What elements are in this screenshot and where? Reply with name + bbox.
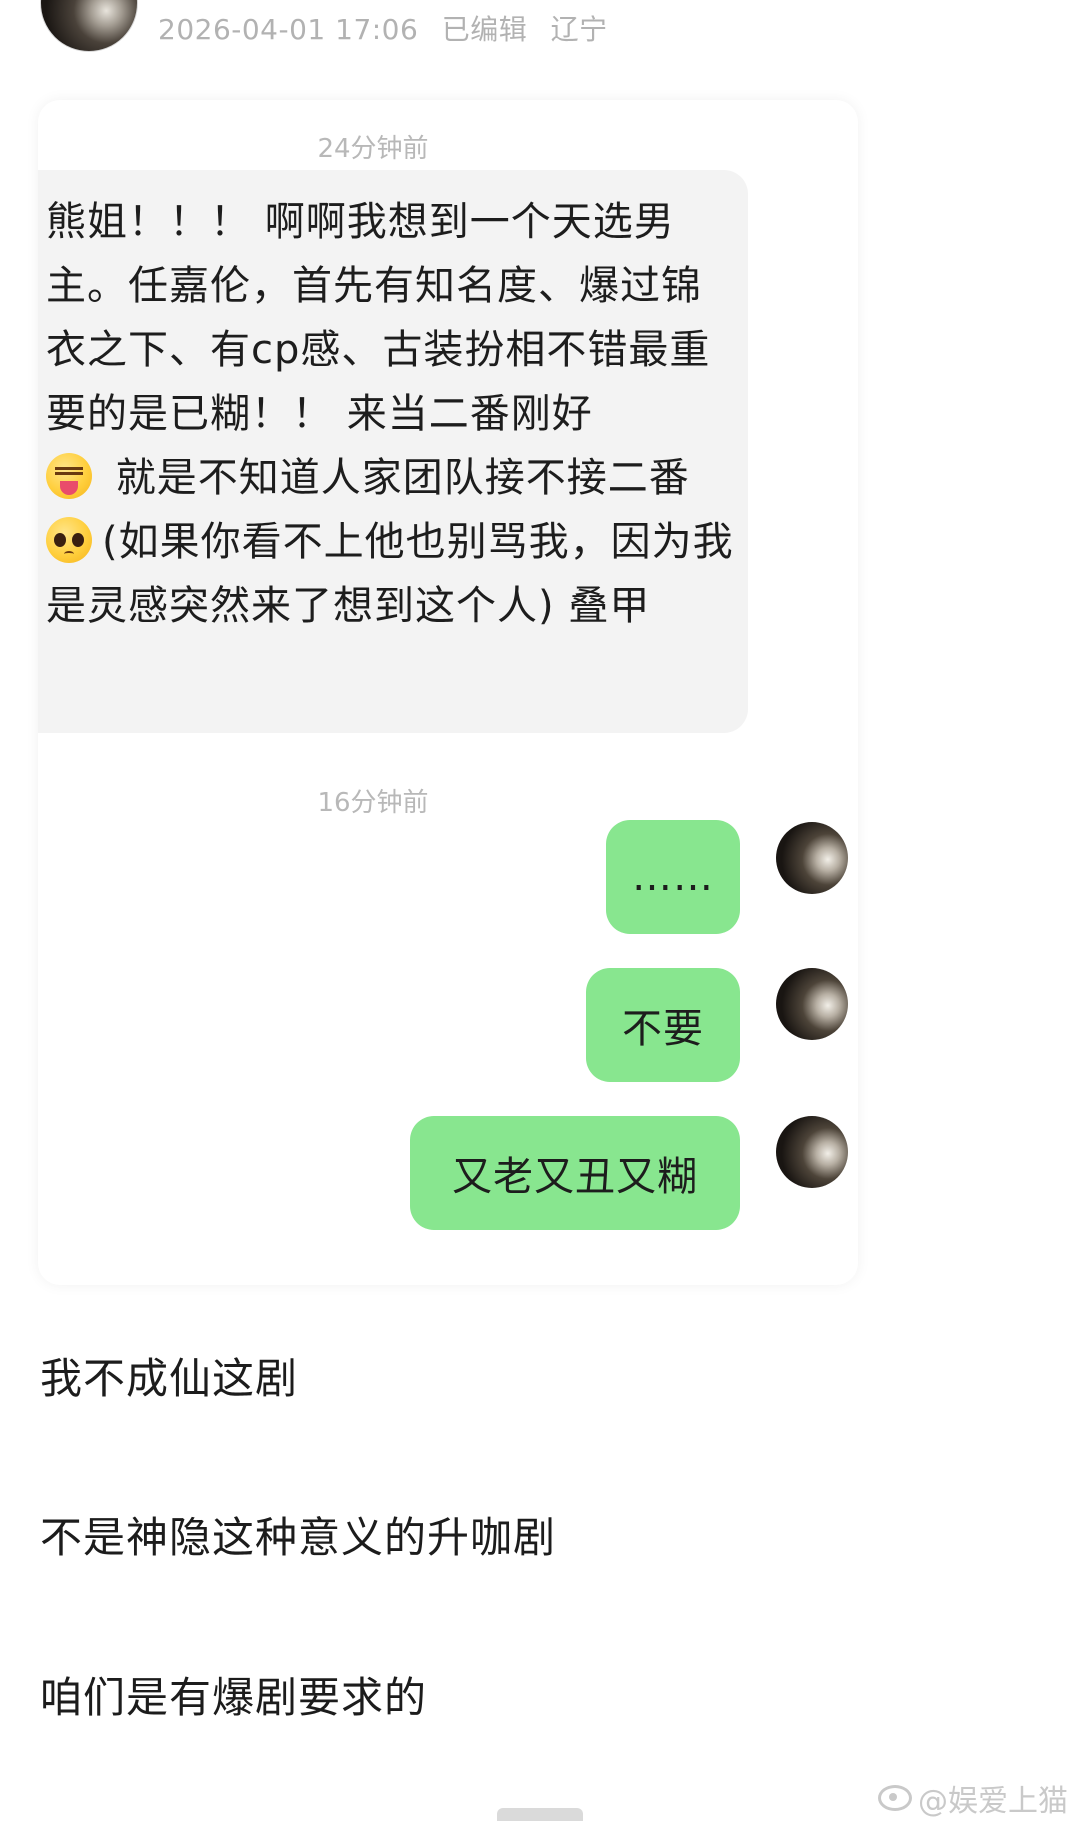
post-paragraph: 咱们是有爆剧要求的 <box>40 1673 428 1722</box>
incoming-message-part-1: 熊姐！！！ 啊啊我想到一个天选男主。任嘉伦，首先有知名度、爆过锦衣之下、有cp感… <box>46 199 711 437</box>
outgoing-message-bubble: …… <box>606 820 740 934</box>
outgoing-message-bubble: 又老又丑又糊 <box>410 1116 740 1230</box>
watermark-text: @娱爱上猫 <box>918 1784 1068 1819</box>
bottom-handle <box>497 1808 583 1821</box>
pleading-face-emoji-icon <box>46 517 92 563</box>
post-meta: 2026-04-01 17:06 已编辑 辽宁 <box>158 8 622 48</box>
incoming-message-part-2: 就是不知道人家团队接不接二番 <box>102 455 690 501</box>
edited-label: 已编辑 <box>441 13 528 46</box>
incoming-message-part-3: (如果你看不上他也别骂我，因为我是灵感突然来了想到这个人) 叠甲 <box>46 519 734 629</box>
watermark: @娱爱上猫 <box>878 1776 1068 1820</box>
post-paragraph: 不是神隐这种意义的升咖剧 <box>40 1513 557 1562</box>
post-location: 辽宁 <box>550 13 608 46</box>
sender-avatar <box>776 822 848 894</box>
sender-avatar <box>776 1116 848 1188</box>
outgoing-message-bubble: 不要 <box>586 968 740 1082</box>
chat-screenshot-image[interactable]: 24分钟前 熊姐！！！ 啊啊我想到一个天选男主。任嘉伦，首先有知名度、爆过锦衣之… <box>38 100 858 1285</box>
incoming-message-text: 熊姐！！！ 啊啊我想到一个天选男主。任嘉伦，首先有知名度、爆过锦衣之下、有cp感… <box>46 190 736 638</box>
post-timestamp: 2026-04-01 17:06 <box>158 13 419 46</box>
chat-time-label: 24分钟前 <box>317 134 429 164</box>
author-avatar[interactable] <box>40 0 138 52</box>
sender-avatar <box>776 968 848 1040</box>
weibo-icon <box>878 1785 912 1811</box>
chat-time-label: 16分钟前 <box>317 788 429 818</box>
incoming-message-bubble: 熊姐！！！ 啊啊我想到一个天选男主。任嘉伦，首先有知名度、爆过锦衣之下、有cp感… <box>38 170 748 733</box>
squinting-tongue-emoji-icon <box>46 453 92 499</box>
post-paragraph: 我不成仙这剧 <box>40 1354 299 1403</box>
